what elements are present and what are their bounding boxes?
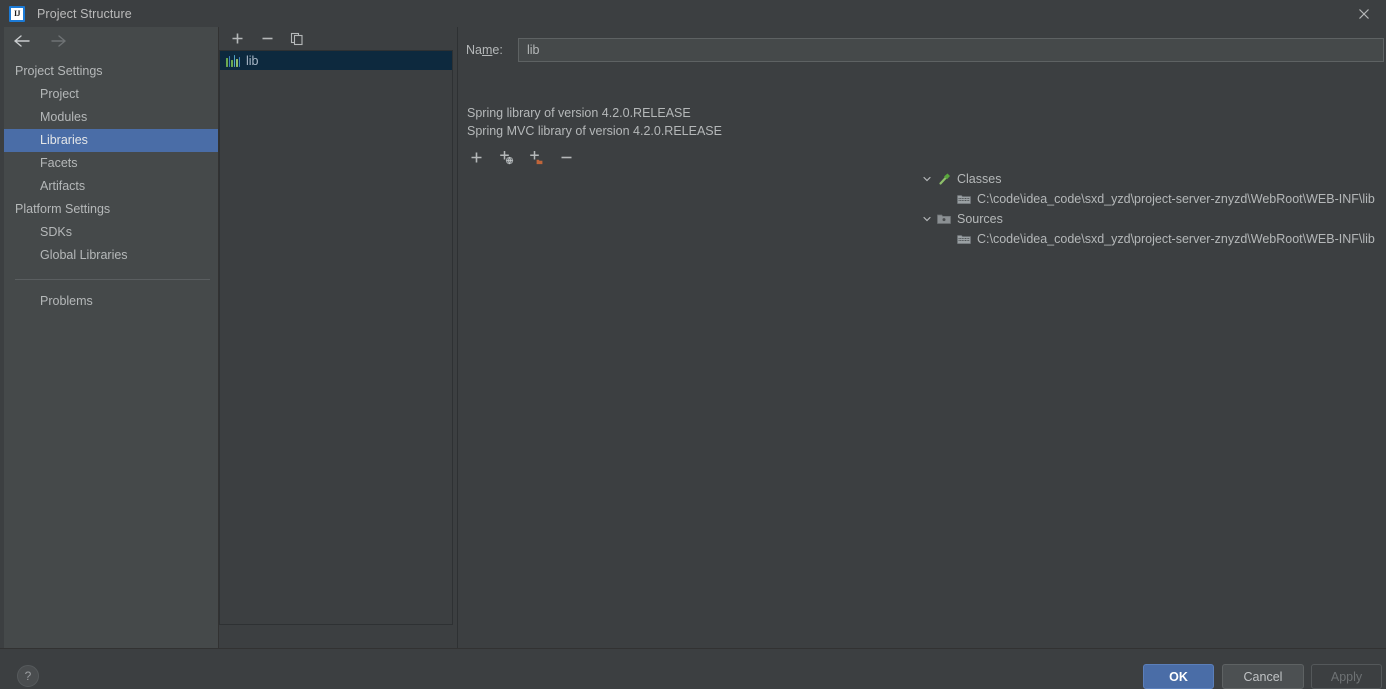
cancel-button[interactable]: Cancel [1222,664,1304,689]
apply-button: Apply [1311,664,1382,689]
arrow-right-icon[interactable] [48,31,68,51]
arrow-left-icon[interactable] [12,31,32,51]
name-row: Name: [466,38,1384,62]
logo-text: IJ [13,8,21,18]
dialog-titlebar: IJ Project Structure [0,0,1386,27]
libraries-toolbar [219,27,455,50]
minus-icon [561,156,571,158]
tree-node-label: C:\code\idea_code\sxd_yzd\project-server… [977,232,1375,246]
chevron-down-icon[interactable] [920,172,934,186]
tree-node[interactable]: Classes [458,169,1386,189]
copy-library-button[interactable] [287,29,307,49]
classes-hammer-icon [936,172,952,186]
sidebar-item-libraries[interactable]: Libraries [4,129,218,152]
name-label: Name: [466,43,503,57]
plus-icon [471,152,481,162]
plus-globe-icon [499,150,513,164]
sidebar-item-project[interactable]: Project [4,83,218,106]
sidebar-item-problems[interactable]: Problems [4,290,218,313]
add-root-button[interactable] [466,147,486,167]
sidebar-item-global-libraries[interactable]: Global Libraries [4,244,218,267]
library-description-line: Spring library of version 4.2.0.RELEASE [467,106,691,120]
plus-icon [232,33,242,44]
help-button[interactable]: ? [17,665,39,687]
tree-node-child[interactable]: C:\code\idea_code\sxd_yzd\project-server… [458,189,1386,209]
project-structure-dialog: IJ Project Structure Project Settings Pr… [0,0,1386,689]
sidebar-group-label: Project Settings [15,64,103,78]
sidebar-item-artifacts[interactable]: Artifacts [4,175,218,198]
archive-folder-icon [956,192,972,206]
roots-toolbar [466,146,576,168]
add-maven-root-button[interactable] [496,147,516,167]
arrow-right-glyph [51,35,66,47]
remove-library-button[interactable] [257,29,277,49]
archive-folder-icon [956,232,972,246]
dialog-title: Project Structure [37,6,132,21]
tree-node-label: Classes [957,172,1002,186]
tree-node-label: C:\code\idea_code\sxd_yzd\project-server… [977,192,1375,206]
settings-sidebar: Project Settings Project Modules Libraries F… [4,27,219,648]
plus-folder-icon [529,150,542,164]
dialog-body: Project Settings Project Modules Libraries F… [0,27,1386,648]
sources-folder-icon [936,212,952,226]
sidebar-group-label: Platform Settings [15,202,111,216]
libraries-panel: lib [219,27,455,648]
library-editor-panel: Name: Spring library of version 4.2.0.RE… [457,27,1386,648]
sidebar-divider [15,279,210,280]
copy-icon [290,32,303,45]
ok-button[interactable]: OK [1143,664,1214,689]
chevron-down-icon[interactable] [920,212,934,226]
add-library-button[interactable] [227,29,247,49]
remove-root-button[interactable] [556,147,576,167]
tree-node[interactable]: Sources [458,209,1386,229]
sidebar-item-modules[interactable]: Modules [4,106,218,129]
name-input[interactable] [518,38,1384,62]
add-directory-root-button[interactable] [526,147,546,167]
library-roots-tree: Classes C:\code\idea_code\sxd_yzd\project… [458,169,1386,249]
arrow-left-glyph [14,35,30,47]
intellij-logo-icon: IJ [9,5,25,22]
minus-icon [262,37,272,40]
sidebar-item-facets[interactable]: Facets [4,152,218,175]
sidebar-navigation [4,27,218,55]
libraries-list[interactable]: lib [219,50,453,625]
library-list-item-label: lib [246,53,259,68]
tree-node-child[interactable]: C:\code\idea_code\sxd_yzd\project-server… [458,229,1386,249]
sidebar-item-sdks[interactable]: SDKs [4,221,218,244]
library-description-line: Spring MVC library of version 4.2.0.RELE… [467,124,722,138]
library-list-item[interactable]: lib [220,51,452,70]
close-icon[interactable] [1342,0,1386,27]
library-icon [226,54,240,67]
sidebar-items: Project Settings Project Modules Libraries F… [4,60,218,313]
close-glyph [1359,8,1369,19]
tree-node-label: Sources [957,212,1003,226]
